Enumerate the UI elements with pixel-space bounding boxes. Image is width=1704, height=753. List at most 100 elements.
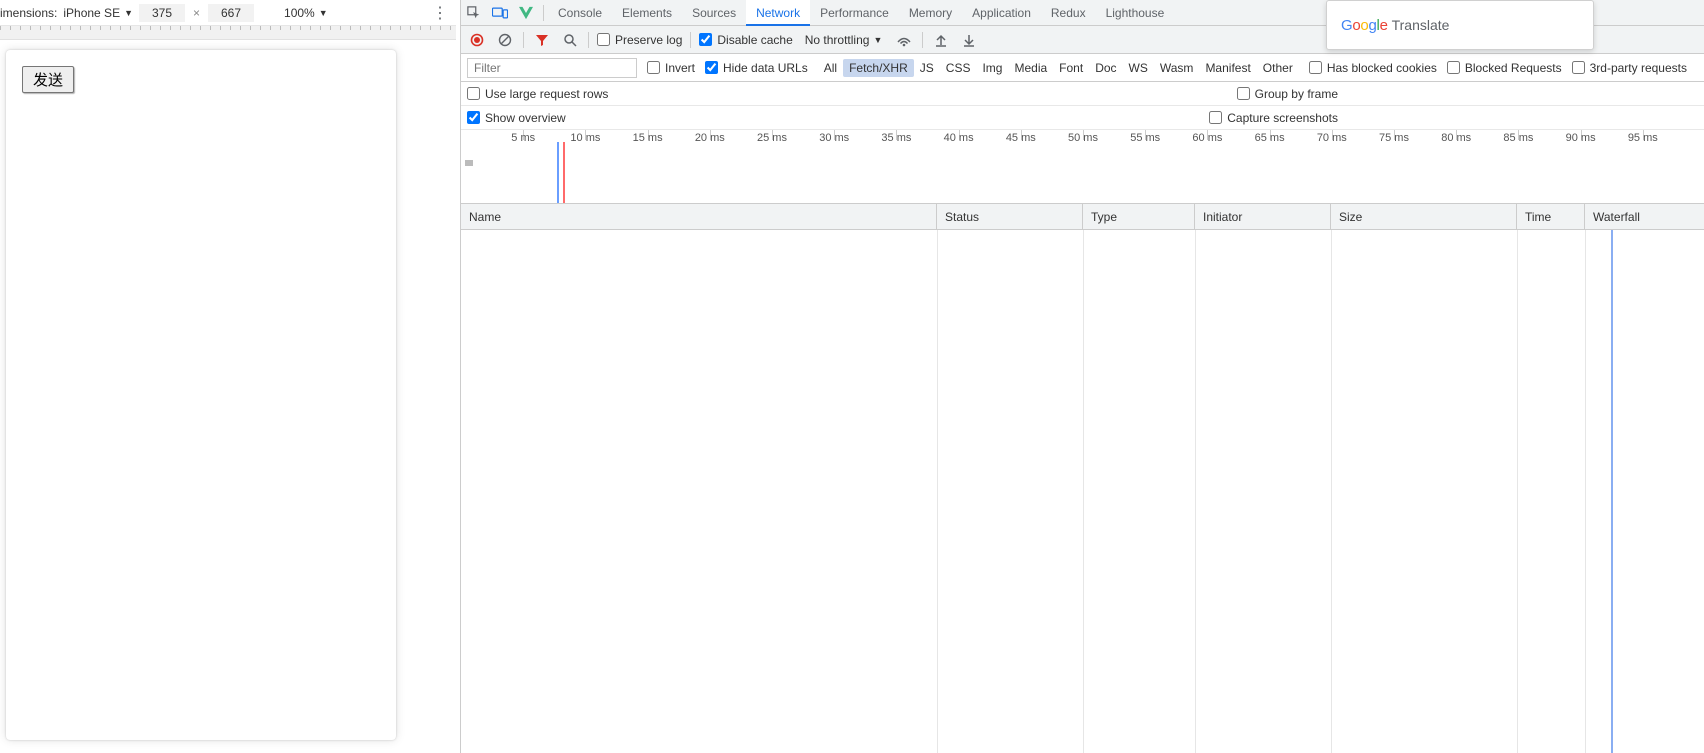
ruler-tick (290, 26, 291, 30)
export-har-icon[interactable] (959, 30, 979, 50)
has-blocked-cookies-input[interactable] (1309, 61, 1322, 74)
kebab-icon[interactable]: ⋮ (432, 3, 448, 23)
col-status[interactable]: Status (937, 204, 1083, 229)
tab-application[interactable]: Application (962, 0, 1041, 26)
timeline-overview[interactable]: 5 ms10 ms15 ms20 ms25 ms30 ms35 ms40 ms4… (461, 130, 1704, 204)
ruler-tick (440, 26, 441, 30)
type-fetch-xhr[interactable]: Fetch/XHR (843, 59, 914, 77)
ruler-tick (420, 26, 421, 30)
throttling-select[interactable]: No throttling ▼ (801, 33, 887, 47)
capture-screenshots-checkbox[interactable]: Capture screenshots (1209, 111, 1338, 125)
ruler-tick (40, 26, 41, 30)
vue-icon[interactable] (513, 0, 539, 26)
ruler-tick (50, 26, 51, 30)
tab-memory[interactable]: Memory (899, 0, 962, 26)
ruler-tick (240, 26, 241, 30)
ruler (0, 26, 456, 40)
tab-console[interactable]: Console (548, 0, 612, 26)
has-blocked-cookies-checkbox[interactable]: Has blocked cookies (1309, 61, 1437, 75)
clear-icon[interactable] (495, 30, 515, 50)
caret-down-icon: ▼ (873, 35, 882, 45)
ruler-tick (330, 26, 331, 30)
invert-checkbox[interactable]: Invert (647, 61, 695, 75)
ruler-tick (130, 26, 131, 30)
tab-redux[interactable]: Redux (1041, 0, 1096, 26)
capture-screenshots-input[interactable] (1209, 111, 1222, 124)
inspect-icon[interactable] (461, 0, 487, 26)
type-doc[interactable]: Doc (1089, 59, 1122, 77)
type-other[interactable]: Other (1257, 59, 1299, 77)
use-large-rows-checkbox[interactable]: Use large request rows (467, 87, 608, 101)
type-js[interactable]: JS (914, 59, 940, 77)
type-manifest[interactable]: Manifest (1199, 59, 1256, 77)
import-har-icon[interactable] (931, 30, 951, 50)
col-waterfall[interactable]: Waterfall (1585, 204, 1704, 229)
type-font[interactable]: Font (1053, 59, 1089, 77)
type-img[interactable]: Img (976, 59, 1008, 77)
disable-cache-label: Disable cache (717, 33, 792, 47)
blocked-requests-label: Blocked Requests (1465, 61, 1562, 75)
network-conditions-icon[interactable] (894, 30, 914, 50)
ruler-tick (400, 26, 401, 30)
preserve-log-input[interactable] (597, 33, 610, 46)
col-name[interactable]: Name (461, 204, 937, 229)
overview-tick-label: 90 ms (1566, 132, 1596, 144)
col-type[interactable]: Type (1083, 204, 1195, 229)
send-button[interactable]: 发送 (22, 66, 74, 93)
tab-network[interactable]: Network (746, 0, 810, 26)
preserve-log-checkbox[interactable]: Preserve log (597, 33, 682, 47)
zoom-select[interactable]: 100% ▼ (284, 6, 328, 20)
ruler-tick (340, 26, 341, 30)
tab-elements[interactable]: Elements (612, 0, 682, 26)
disable-cache-checkbox[interactable]: Disable cache (699, 33, 792, 47)
type-css[interactable]: CSS (940, 59, 977, 77)
tab-sources[interactable]: Sources (682, 0, 746, 26)
filter-icon[interactable] (532, 30, 552, 50)
show-overview-input[interactable] (467, 111, 480, 124)
hide-data-urls-checkbox[interactable]: Hide data URLs (705, 61, 808, 75)
group-by-frame-input[interactable] (1237, 87, 1250, 100)
type-media[interactable]: Media (1008, 59, 1053, 77)
width-input[interactable] (139, 4, 185, 22)
show-overview-checkbox[interactable]: Show overview (467, 111, 566, 125)
type-all[interactable]: All (818, 59, 843, 77)
third-party-label: 3rd-party requests (1590, 61, 1687, 75)
use-large-rows-input[interactable] (467, 87, 480, 100)
col-time[interactable]: Time (1517, 204, 1585, 229)
overview-tick-label: 25 ms (757, 132, 787, 144)
google-translate-popup[interactable]: Google Translate (1326, 0, 1594, 50)
filter-input[interactable] (467, 58, 637, 78)
col-divider (937, 230, 938, 753)
blocked-requests-checkbox[interactable]: Blocked Requests (1447, 61, 1562, 75)
preserve-log-label: Preserve log (615, 33, 682, 47)
col-size[interactable]: Size (1331, 204, 1517, 229)
overview-tick-label: 30 ms (819, 132, 849, 144)
invert-input[interactable] (647, 61, 660, 74)
tab-performance[interactable]: Performance (810, 0, 899, 26)
overview-tick-label: 70 ms (1317, 132, 1347, 144)
ruler-tick (140, 26, 141, 30)
third-party-input[interactable] (1572, 61, 1585, 74)
options-row-2: Show overview Capture screenshots (461, 106, 1704, 130)
hide-data-urls-input[interactable] (705, 61, 718, 74)
search-icon[interactable] (560, 30, 580, 50)
ruler-tick (180, 26, 181, 30)
device-select[interactable]: iPhone SE ▼ (63, 6, 133, 20)
overview-tick-label: 10 ms (570, 132, 600, 144)
type-wasm[interactable]: Wasm (1154, 59, 1200, 77)
height-input[interactable] (208, 4, 254, 22)
disable-cache-input[interactable] (699, 33, 712, 46)
group-by-frame-checkbox[interactable]: Group by frame (1237, 87, 1338, 101)
ruler-tick (220, 26, 221, 30)
record-icon[interactable] (467, 30, 487, 50)
blocked-requests-input[interactable] (1447, 61, 1460, 74)
overview-tick-label: 65 ms (1255, 132, 1285, 144)
third-party-checkbox[interactable]: 3rd-party requests (1572, 61, 1687, 75)
col-initiator[interactable]: Initiator (1195, 204, 1331, 229)
ruler-tick (280, 26, 281, 30)
device-toggle-icon[interactable] (487, 0, 513, 26)
type-ws[interactable]: WS (1123, 59, 1154, 77)
separator (690, 32, 691, 48)
tab-lighthouse[interactable]: Lighthouse (1096, 0, 1175, 26)
ruler-tick (0, 26, 1, 30)
